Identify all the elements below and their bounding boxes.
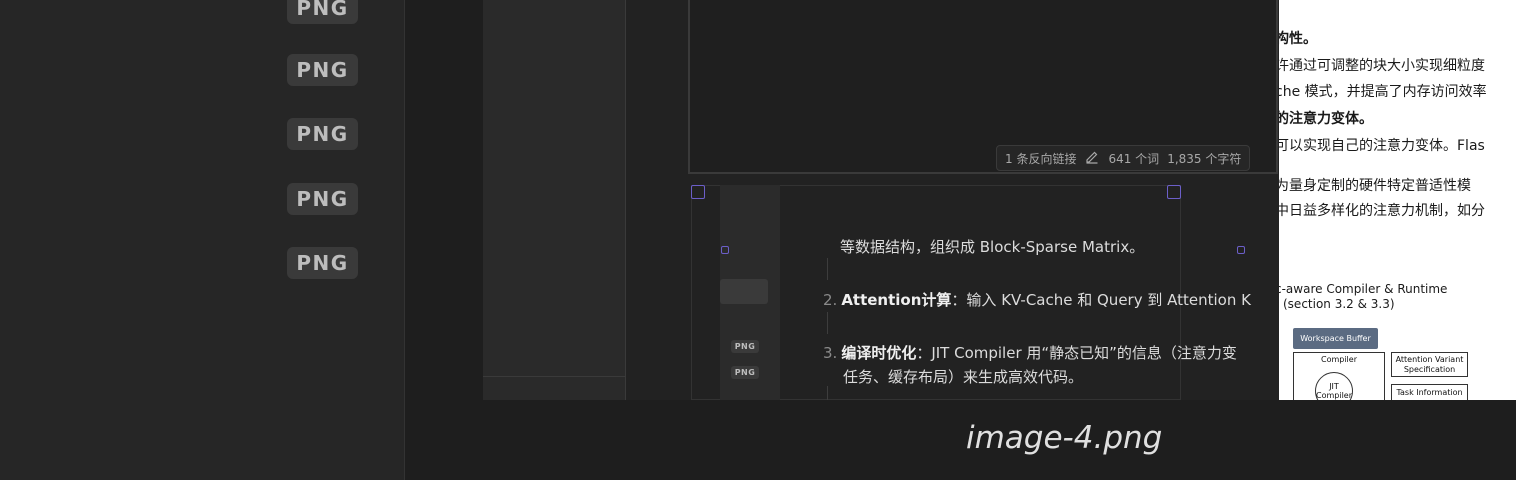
word-count: 641 个词	[1108, 151, 1160, 166]
list-guide	[827, 386, 828, 400]
compiler-label: Compiler	[1320, 355, 1357, 364]
doc-text-line: 为量身定制的硬件特定普适性模	[1279, 178, 1471, 194]
list-title: 编译时优化	[841, 344, 917, 362]
screenshot-side-pane	[483, 0, 626, 400]
list-title: Attention计算	[841, 291, 952, 309]
file-type-badge[interactable]: PNG	[287, 54, 358, 86]
screenshot-inner-active-item	[720, 279, 768, 304]
attention-variant-box: Attention Variant Specification	[1391, 352, 1468, 377]
list-number: 3.	[823, 344, 838, 362]
doc-text-line: 可以实现自己的注意力变体。Flas	[1279, 138, 1485, 154]
resize-handle	[721, 246, 729, 254]
figure-subtitle: (section 3.2 & 3.3)	[1283, 297, 1395, 311]
edit-pencil-icon	[1084, 149, 1100, 168]
doc-text-line: 的注意力变体。	[1279, 111, 1373, 127]
image-filename-caption: image-4.png	[966, 420, 1163, 456]
file-type-badge[interactable]: PNG	[287, 183, 358, 215]
resize-handle	[1167, 185, 1181, 199]
mini-file-badge: PNG	[731, 366, 759, 379]
workspace-buffer-box: Workspace Buffer	[1293, 328, 1378, 349]
document-page-fragment: 构性。 许通过可调整的块大小实现细粒度 che 模式，并提高了内存访问效率 的注…	[1279, 0, 1516, 400]
resize-handle	[1237, 246, 1245, 254]
file-type-badge[interactable]: PNG	[287, 118, 358, 150]
list-item-continuation: 任务、缓存布局）来生成高效代码。	[843, 366, 1083, 387]
char-count: 1,835 个字符	[1167, 151, 1242, 166]
content-line: 等数据结构，组织成 Block-Sparse Matrix。	[840, 238, 1145, 256]
list-number: 2.	[823, 291, 838, 309]
list-item: 3. 编译时优化：JIT Compiler 用“静态已知”的信息（注意力变	[823, 342, 1237, 363]
list-text: ：JIT Compiler 用“静态已知”的信息（注意力变	[916, 344, 1237, 362]
doc-text-line: 中日益多样化的注意力机制，如分	[1279, 203, 1485, 219]
file-type-badge[interactable]: PNG	[287, 0, 358, 24]
file-type-badge[interactable]: PNG	[287, 247, 358, 279]
figure-title: c-aware Compiler & Runtime	[1279, 282, 1448, 296]
backlinks-count: 1 条反向链接	[1005, 151, 1077, 166]
doc-text-line: 许通过可调整的块大小实现细粒度	[1279, 58, 1485, 74]
list-item: 2. Attention计算：输入 KV-Cache 和 Query 到 Atte…	[823, 289, 1251, 310]
list-text: ：输入 KV-Cache 和 Query 到 Attention K	[951, 291, 1251, 309]
mini-file-badge: PNG	[731, 340, 759, 353]
file-list-sidebar: PNG PNG PNG PNG PNG	[0, 0, 405, 480]
doc-text-line: 构性。	[1279, 31, 1317, 47]
image-viewer-window: PNG PNG PNG PNG PNG 1 条反向链接 641 个词 1,835…	[0, 0, 1516, 480]
screenshot-status-bar: 1 条反向链接 641 个词 1,835 个字符	[996, 145, 1251, 171]
divider	[483, 376, 626, 377]
list-guide	[827, 258, 828, 280]
resize-handle	[691, 185, 705, 199]
task-information-box: Task Information	[1391, 384, 1468, 400]
list-guide	[827, 312, 828, 334]
doc-text-line: che 模式，并提高了内存访问效率	[1279, 84, 1487, 100]
list-text: 任务、缓存布局）来生成高效代码。	[843, 368, 1084, 386]
